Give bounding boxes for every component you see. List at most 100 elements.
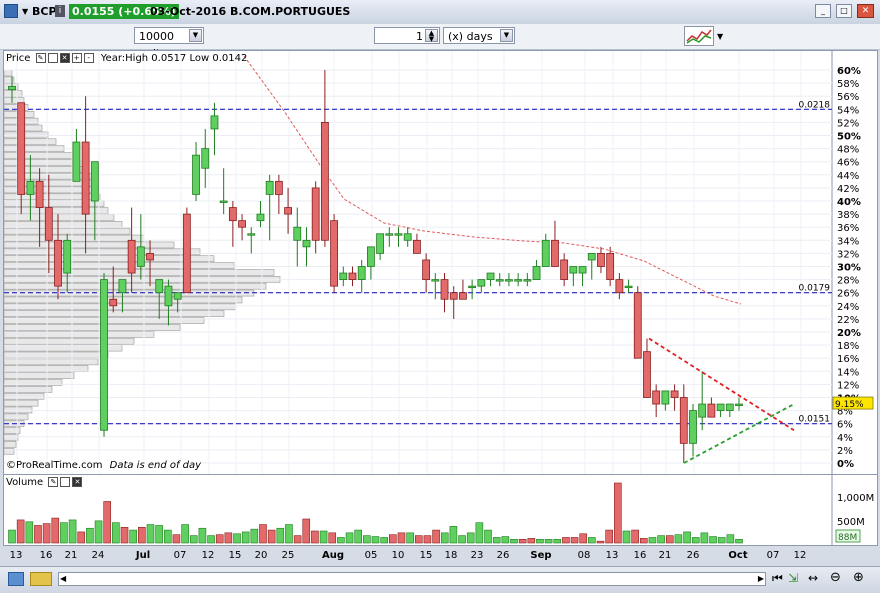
chevron-down-icon[interactable]: ▼ <box>22 4 28 19</box>
chart-type-glyph <box>686 29 712 44</box>
fit-icon[interactable]: ↔ <box>808 571 818 585</box>
y-axis-label: 14% <box>837 367 859 378</box>
volume-profile-bar <box>4 207 109 214</box>
maximize-icon[interactable]: □ <box>836 4 852 18</box>
zoom-out-icon[interactable]: ⊖ <box>830 570 841 585</box>
minimize-icon[interactable]: _ <box>815 4 831 18</box>
volume-chart[interactable]: 1,000M 500M 88M <box>4 475 877 545</box>
horizontal-scrollbar[interactable]: ◀ ▶ <box>58 572 766 586</box>
period-unit-select[interactable]: (x) days ▼ <box>443 27 515 44</box>
volume-bar <box>570 537 579 544</box>
volume-profile-bar <box>4 262 235 269</box>
year-high-low: Year:High 0.0517 Low 0.0142 <box>100 53 248 64</box>
volume-bar <box>86 527 94 544</box>
y-axis-label: 52% <box>837 118 859 129</box>
candle-body <box>136 246 145 267</box>
volume-profile-bar <box>4 386 53 393</box>
x-axis-label: Oct <box>728 550 747 561</box>
scroll-end-icon[interactable]: ⏮ <box>772 571 783 586</box>
candle-body <box>219 200 228 203</box>
close-icon[interactable]: ✕ <box>857 4 874 18</box>
volume-bar <box>16 519 25 544</box>
chart-type-icon[interactable] <box>684 26 714 46</box>
units-select[interactable]: 10000 units ▼ <box>134 27 204 60</box>
volume-panel: 1,000M 500M 88M Volume ✎ ✕ <box>3 474 878 546</box>
window-icon[interactable] <box>47 53 58 63</box>
candle-body <box>155 279 164 294</box>
period-stepper[interactable]: 1 ▲ ▼ <box>374 27 440 44</box>
volume-bar <box>51 517 60 544</box>
volume-profile-bar <box>4 372 75 379</box>
volume-bar <box>622 530 631 544</box>
volume-profile-bar <box>4 214 115 221</box>
candle-body <box>201 148 210 169</box>
window-icon[interactable] <box>60 477 71 487</box>
close-icon[interactable]: ✕ <box>72 477 83 487</box>
volume-bar <box>717 537 726 544</box>
period-value: 1 <box>416 30 423 43</box>
y-axis-label: 16% <box>837 354 859 365</box>
candle-body <box>164 285 173 307</box>
y-axis-label: 32% <box>837 249 859 260</box>
price-chart[interactable]: 0.02180.01790.01510%2%4%6%8%10%12%14%16%… <box>4 51 877 474</box>
instrument-name[interactable]: BCP <box>32 4 57 19</box>
volume-bar <box>138 527 146 544</box>
close-icon[interactable]: ✕ <box>59 53 70 63</box>
volume-bar <box>259 524 267 544</box>
current-value-label: 9.15% <box>835 400 864 410</box>
chevron-down-icon[interactable]: ▼ <box>189 29 202 42</box>
stepper-arrows-icon[interactable]: ▲ ▼ <box>425 29 438 43</box>
volume-axis-label: 1,000M <box>837 493 874 504</box>
price-panel-label: Price <box>6 53 31 64</box>
period-unit-value: (x) days <box>448 30 493 43</box>
scroll-left-icon[interactable]: ◀ <box>60 574 66 583</box>
window-titlebar: ▼ BCP i 0.0155 (+0.65%) 03-Oct-2016 B.CO… <box>0 0 880 25</box>
candle-body <box>716 403 725 411</box>
x-axis-label: 25 <box>282 550 295 561</box>
candle-body <box>81 141 90 215</box>
volume-bar <box>432 529 440 544</box>
scroll-right-icon[interactable]: ▶ <box>758 574 764 583</box>
date-axis: 13 16 21 24 Jul 07 12 15 20 25 Aug 05 10 15 18 23 26 Sep 0… <box>10 550 807 561</box>
candle-body <box>477 279 486 287</box>
wrench-icon[interactable]: ✎ <box>35 53 46 63</box>
volume-profile-bar <box>4 241 175 249</box>
candle-body <box>127 239 136 274</box>
chevron-down-icon[interactable]: ▼ <box>717 32 723 41</box>
candle-body <box>302 239 311 248</box>
collapse-icon[interactable]: - <box>83 53 94 63</box>
data-note: Data is end of day <box>109 460 202 471</box>
candle-body <box>569 266 578 274</box>
x-axis-label: 15 <box>229 550 242 561</box>
volume-bar <box>458 535 466 544</box>
x-axis-label: 24 <box>92 550 105 561</box>
candle-body <box>256 213 265 222</box>
volume-bar <box>510 539 518 544</box>
candle-body <box>643 351 651 398</box>
info-icon[interactable]: i <box>55 5 65 17</box>
volume-bar <box>68 519 77 544</box>
wrench-icon[interactable]: ✎ <box>48 477 59 487</box>
chevron-down-icon[interactable]: ▼ <box>500 29 513 42</box>
expand-icon[interactable]: + <box>71 53 82 63</box>
x-axis-label: 26 <box>687 550 700 561</box>
y-axis-label: 6% <box>837 420 853 431</box>
zoom-tool-icon[interactable] <box>8 572 24 586</box>
volume-profile-bar <box>4 406 33 414</box>
indicator-icon[interactable] <box>30 572 52 586</box>
volume-profile-bar <box>4 296 243 304</box>
window-layout-icon[interactable] <box>4 4 18 18</box>
volume-bar <box>735 539 743 544</box>
volume-bar <box>302 518 311 544</box>
y-axis-label: 18% <box>837 341 859 352</box>
y-axis-label: 28% <box>837 276 859 287</box>
volume-bar <box>484 529 492 544</box>
auto-scale-icon[interactable]: ⇲ <box>788 571 798 585</box>
candle-body <box>54 239 62 287</box>
candle-body <box>440 279 449 300</box>
volume-axis-label: 500M <box>837 517 865 528</box>
zoom-in-icon[interactable]: ⊕ <box>853 570 864 585</box>
volume-profile-bar <box>4 427 21 434</box>
volume-profile-bar <box>4 269 275 276</box>
candle-body <box>17 102 26 195</box>
